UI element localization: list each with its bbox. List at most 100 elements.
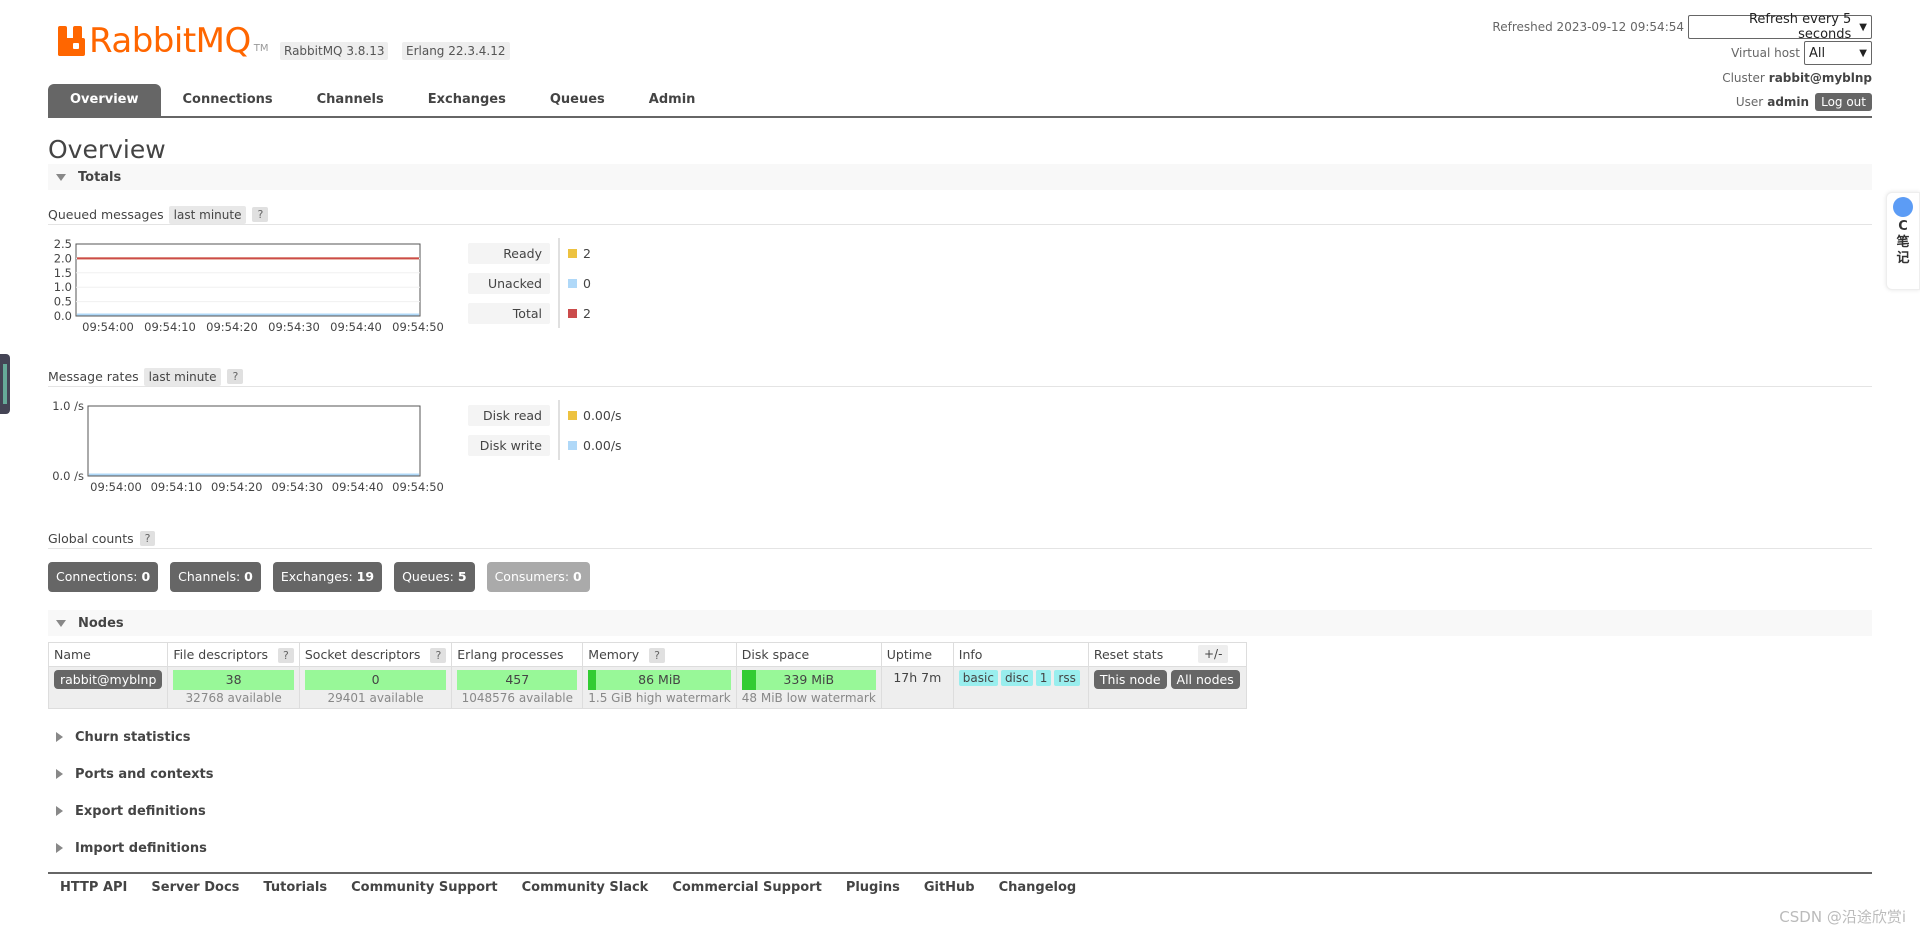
expand-triangle-icon (56, 806, 63, 816)
cluster-name: rabbit@myblnp (1768, 71, 1872, 85)
info-tag: rss (1054, 670, 1080, 686)
refresh-interval-select[interactable]: Refresh every 5 seconds ▼ (1688, 12, 1872, 42)
chevron-down-icon: ▼ (1859, 21, 1867, 33)
legend-row-disk-write: Disk write 0.00/s (468, 430, 622, 460)
legend-label-ready: Ready (468, 242, 550, 264)
footer-link-github[interactable]: GitHub (924, 880, 975, 895)
nodes-heading: Nodes (78, 615, 124, 631)
main-tabs: Overview Connections Channels Exchanges … (48, 84, 1872, 118)
disk-read-swatch (568, 410, 577, 420)
nodes-header-row: Name File descriptors ? Socket descripto… (47, 642, 1247, 667)
rates-legend: Disk read 0.00/s Disk write 0.00/s (468, 400, 622, 460)
x-tick-label: 09:54:30 (271, 480, 323, 494)
left-edge-tab[interactable] (0, 354, 10, 414)
queued-messages-chart: 0.00.51.01.52.02.5 09:54:00 09:54:10 09:54:… (54, 238, 444, 334)
queued-range-selector[interactable]: last minute (168, 205, 247, 224)
reset-this-node-button[interactable]: This node (1093, 670, 1167, 689)
legend-row-disk-read: Disk read 0.00/s (468, 400, 622, 430)
tab-queues[interactable]: Queues (528, 84, 627, 116)
page-title: Overview (48, 135, 166, 164)
consumers-count-button[interactable]: Consumers: 0 (486, 562, 590, 592)
global-counts-header: Global counts ? (48, 529, 1872, 549)
chart-plot-area (75, 243, 421, 317)
queued-help-button[interactable]: ? (252, 207, 269, 222)
global-counts-label: Global counts (48, 531, 134, 546)
rabbitmq-logo[interactable]: RabbitMQ TM (58, 24, 269, 58)
virtual-host-label: Virtual host (1731, 46, 1800, 60)
info-tag: disc (1000, 670, 1033, 686)
totals-section-toggle[interactable]: Totals (48, 164, 1872, 190)
footer-link-plugins[interactable]: Plugins (846, 880, 900, 895)
y-tick-label: 0.0 /s (52, 469, 84, 483)
exchanges-count-button[interactable]: Exchanges: 19 (272, 562, 383, 592)
rates-range-selector[interactable]: last minute (143, 367, 222, 386)
help-button[interactable]: ? (430, 648, 447, 663)
notes-side-widget[interactable]: C 笔 记 (1886, 192, 1920, 290)
reset-all-nodes-button[interactable]: All nodes (1170, 670, 1240, 689)
queues-count-button[interactable]: Queues: 5 (394, 562, 475, 592)
toggle-columns-button[interactable]: +/- (1198, 645, 1229, 663)
nodes-section-toggle[interactable]: Nodes (48, 610, 1872, 636)
ports-and-contexts-toggle[interactable]: Ports and contexts (48, 761, 213, 787)
legend-row-unacked: Unacked 0 (468, 268, 591, 298)
footer-link-community-support[interactable]: Community Support (351, 880, 498, 895)
x-tick-label: 09:54:20 (211, 480, 263, 494)
legend-row-total: Total 2 (468, 298, 591, 328)
tab-admin[interactable]: Admin (627, 84, 718, 116)
legend-label-total: Total (468, 302, 550, 324)
info-tag: basic (958, 670, 998, 686)
x-tick-label: 09:54:10 (144, 320, 196, 334)
expand-triangle-icon (56, 732, 63, 742)
help-button[interactable]: ? (278, 648, 294, 663)
column-uptime: Uptime (880, 642, 954, 667)
column-erlang-processes: Erlang processes (451, 642, 584, 667)
file-descriptors-bar: 38 (173, 670, 294, 690)
collapse-triangle-icon (56, 173, 66, 181)
message-rates-header: Message rates last minute ? (48, 367, 1872, 387)
x-tick-label: 09:54:50 (392, 480, 444, 494)
channels-count-button[interactable]: Channels: 0 (170, 562, 261, 592)
socket-descriptors-bar: 0 (304, 670, 447, 690)
y-tick-label: 1.0 (54, 280, 72, 294)
y-tick-label: 0.5 (54, 295, 72, 309)
footer-link-commercial-support[interactable]: Commercial Support (672, 880, 822, 895)
footer-links: HTTP API Server Docs Tutorials Community… (48, 872, 1872, 895)
rates-help-button[interactable]: ? (227, 369, 244, 384)
legend-label-disk-write: Disk write (468, 434, 550, 456)
footer-link-http-api[interactable]: HTTP API (60, 880, 127, 895)
file-descriptors-available: 32768 available (185, 691, 282, 705)
y-tick-label: 2.0 (54, 251, 72, 265)
tab-exchanges[interactable]: Exchanges (406, 84, 528, 116)
connections-count-button[interactable]: Connections: 0 (48, 562, 159, 592)
legend-value-unacked: 0 (583, 275, 591, 291)
churn-statistics-toggle[interactable]: Churn statistics (48, 724, 191, 750)
node-name-link[interactable]: rabbit@myblnp (54, 670, 163, 689)
nodes-table: Name File descriptors ? Socket descripto… (47, 642, 1247, 709)
tab-connections[interactable]: Connections (161, 84, 295, 116)
rabbitmq-version: RabbitMQ 3.8.13 (280, 42, 389, 60)
export-definitions-toggle[interactable]: Export definitions (48, 798, 206, 824)
tab-channels[interactable]: Channels (295, 84, 406, 116)
column-socket-descriptors: Socket descriptors ? (298, 642, 453, 667)
footer-link-tutorials[interactable]: Tutorials (263, 880, 327, 895)
help-button[interactable]: ? (649, 648, 665, 663)
erlang-version: Erlang 22.3.4.12 (402, 42, 510, 60)
unacked-swatch (568, 278, 577, 288)
column-name: Name (47, 642, 169, 667)
ready-swatch (568, 248, 577, 258)
footer-link-community-slack[interactable]: Community Slack (522, 880, 649, 895)
chart-plot-area (87, 405, 421, 477)
footer-link-changelog[interactable]: Changelog (999, 880, 1077, 895)
y-tick-label: 1.0 /s (52, 399, 84, 413)
logo-trademark: TM (253, 42, 269, 54)
virtual-host-select[interactable]: All ▼ (1804, 41, 1872, 65)
info-tag: 1 (1035, 670, 1052, 686)
cluster-label: Cluster (1722, 71, 1765, 85)
x-tick-label: 09:54:30 (268, 320, 320, 334)
footer-link-server-docs[interactable]: Server Docs (151, 880, 239, 895)
global-counts-help-button[interactable]: ? (139, 531, 156, 546)
memory-watermark: 1.5 GiB high watermark (588, 691, 731, 705)
tab-overview[interactable]: Overview (48, 84, 161, 116)
import-definitions-toggle[interactable]: Import definitions (48, 835, 207, 861)
legend-value-disk-read: 0.00/s (583, 407, 622, 423)
